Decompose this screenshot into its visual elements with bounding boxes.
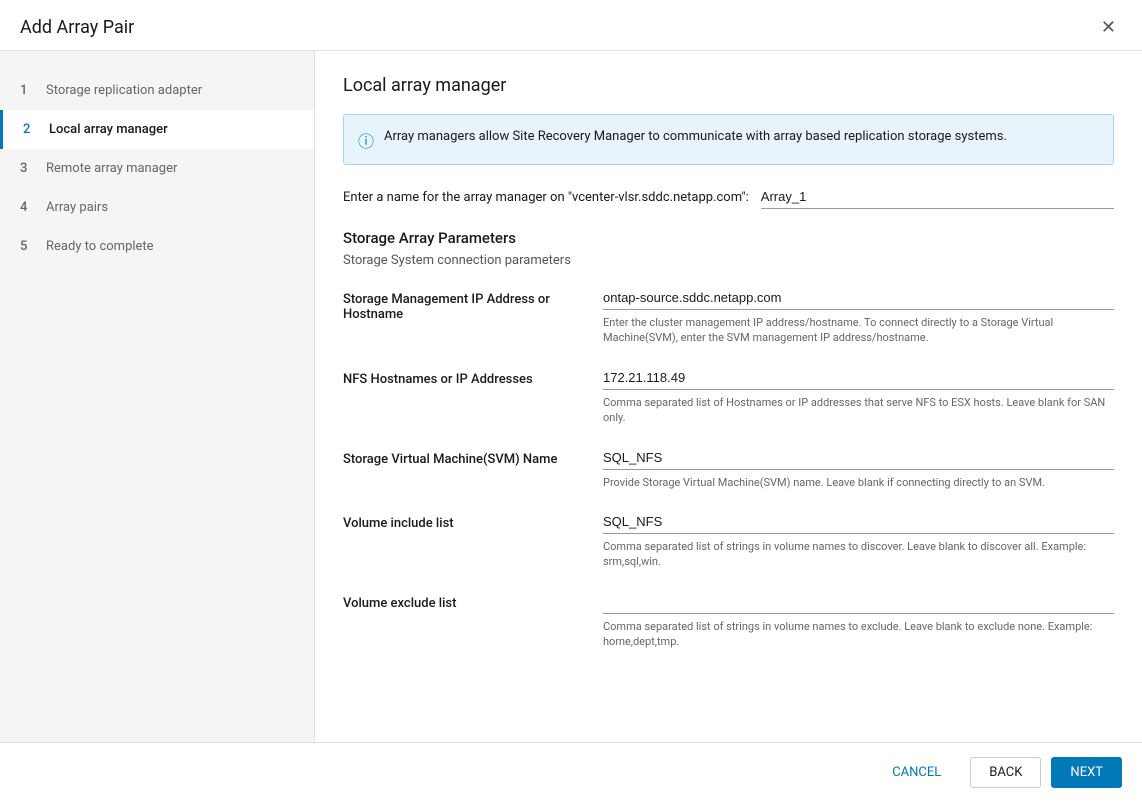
sidebar-item-storage-replication-adapter[interactable]: 1 Storage replication adapter [0, 71, 314, 110]
info-icon: ⓘ [358, 128, 374, 152]
field-label-storage-mgmt-ip: Storage Management IP Address or Hostnam… [343, 286, 603, 322]
close-button[interactable]: ✕ [1095, 16, 1122, 38]
sidebar-label-1: Storage replication adapter [46, 83, 202, 98]
section-heading: Storage Array Parameters [343, 229, 1114, 247]
field-label-volume-include: Volume include list [343, 510, 603, 531]
step-num-4: 4 [20, 200, 36, 215]
field-help-storage-mgmt-ip: Enter the cluster management IP address/… [603, 315, 1114, 346]
field-help-svm-name: Provide Storage Virtual Machine(SVM) nam… [603, 475, 1114, 490]
field-storage-mgmt-ip: Storage Management IP Address or Hostnam… [343, 286, 1114, 346]
sidebar-label-3: Remote array manager [46, 161, 177, 176]
field-label-volume-exclude: Volume exclude list [343, 590, 603, 611]
dialog-header: Add Array Pair ✕ [0, 0, 1142, 51]
sidebar-item-array-pairs[interactable]: 4 Array pairs [0, 188, 314, 227]
name-row: Enter a name for the array manager on "v… [343, 185, 1114, 209]
sidebar-item-ready-to-complete[interactable]: 5 Ready to complete [0, 227, 314, 266]
field-volume-include: Volume include list Comma separated list… [343, 510, 1114, 570]
name-label: Enter a name for the array manager on "v… [343, 190, 749, 205]
step-num-1: 1 [20, 83, 36, 98]
add-array-pair-dialog: Add Array Pair ✕ 1 Storage replication a… [0, 0, 1142, 802]
field-label-svm-name: Storage Virtual Machine(SVM) Name [343, 446, 603, 467]
field-right-svm-name: Provide Storage Virtual Machine(SVM) nam… [603, 446, 1114, 490]
dialog-footer: CANCEL BACK NEXT [0, 742, 1142, 802]
svm-name-input[interactable] [603, 446, 1114, 470]
main-content: Local array manager ⓘ Array managers all… [315, 51, 1142, 742]
field-label-nfs-hostnames: NFS Hostnames or IP Addresses [343, 366, 603, 387]
info-banner: ⓘ Array managers allow Site Recovery Man… [343, 114, 1114, 165]
storage-mgmt-ip-input[interactable] [603, 286, 1114, 310]
back-button[interactable]: BACK [970, 757, 1041, 788]
section-sub: Storage System connection parameters [343, 253, 1114, 268]
sidebar-label-2: Local array manager [49, 122, 168, 137]
step-num-2: 2 [23, 122, 39, 137]
content-title: Local array manager [343, 75, 1114, 96]
sidebar-item-local-array-manager[interactable]: 2 Local array manager [0, 110, 314, 149]
sidebar-label-4: Array pairs [46, 200, 108, 215]
cancel-button[interactable]: CANCEL [873, 757, 960, 788]
field-right-volume-exclude: Comma separated list of strings in volum… [603, 590, 1114, 650]
field-volume-exclude: Volume exclude list Comma separated list… [343, 590, 1114, 650]
field-nfs-hostnames: NFS Hostnames or IP Addresses Comma sepa… [343, 366, 1114, 426]
step-num-3: 3 [20, 161, 36, 176]
next-button[interactable]: NEXT [1051, 757, 1122, 788]
field-help-volume-include: Comma separated list of strings in volum… [603, 539, 1114, 570]
field-svm-name: Storage Virtual Machine(SVM) Name Provid… [343, 446, 1114, 490]
sidebar: 1 Storage replication adapter 2 Local ar… [0, 51, 315, 742]
field-right-volume-include: Comma separated list of strings in volum… [603, 510, 1114, 570]
field-right-nfs-hostnames: Comma separated list of Hostnames or IP … [603, 366, 1114, 426]
sidebar-label-5: Ready to complete [46, 239, 154, 254]
sidebar-item-remote-array-manager[interactable]: 3 Remote array manager [0, 149, 314, 188]
field-help-nfs-hostnames: Comma separated list of Hostnames or IP … [603, 395, 1114, 426]
step-num-5: 5 [20, 239, 36, 254]
info-text: Array managers allow Site Recovery Manag… [384, 127, 1007, 147]
dialog-title: Add Array Pair [20, 17, 134, 38]
dialog-body: 1 Storage replication adapter 2 Local ar… [0, 51, 1142, 742]
volume-exclude-input[interactable] [603, 590, 1114, 614]
nfs-hostnames-input[interactable] [603, 366, 1114, 390]
field-help-volume-exclude: Comma separated list of strings in volum… [603, 619, 1114, 650]
volume-include-input[interactable] [603, 510, 1114, 534]
field-right-storage-mgmt-ip: Enter the cluster management IP address/… [603, 286, 1114, 346]
array-name-input[interactable] [761, 185, 1114, 209]
